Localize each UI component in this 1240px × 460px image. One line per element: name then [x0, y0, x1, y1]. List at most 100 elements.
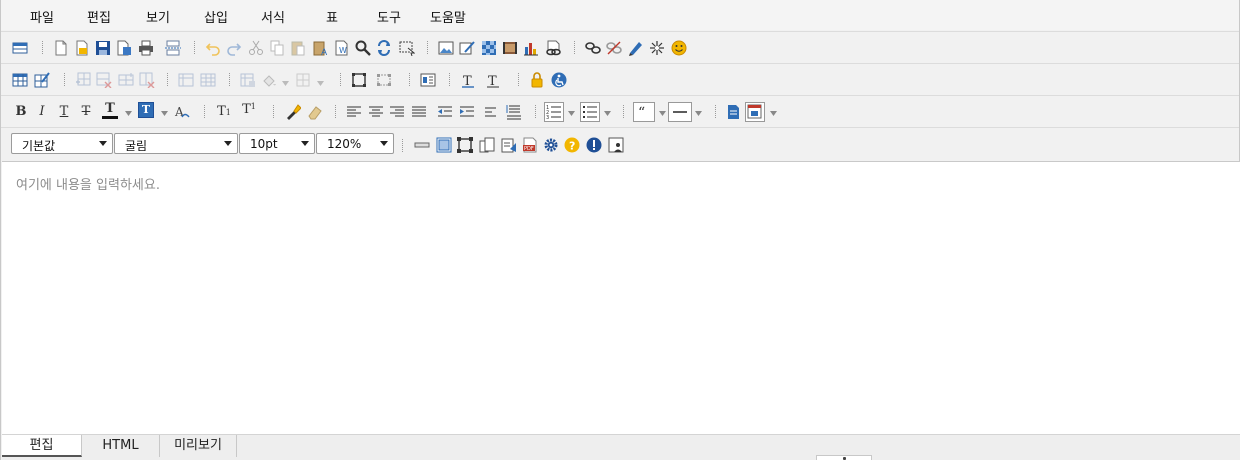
menu-table[interactable]: 표	[326, 7, 338, 26]
document-properties-icon[interactable]	[725, 103, 743, 121]
delete-col-icon[interactable]	[138, 71, 156, 89]
tab-edit[interactable]: 편집	[2, 435, 82, 457]
layer-props-icon[interactable]	[375, 71, 393, 89]
line-spacing-icon[interactable]	[483, 103, 501, 121]
italic-button[interactable]: I	[34, 104, 50, 119]
align-center-icon[interactable]	[367, 103, 385, 121]
line-height-select[interactable]: 120%	[316, 133, 394, 154]
border-icon[interactable]	[260, 71, 278, 89]
tab-preview[interactable]: 미리보기	[160, 435, 237, 457]
paste-text-icon[interactable]: A	[312, 39, 330, 57]
menu-format[interactable]: 서식	[261, 7, 285, 26]
outdent-icon[interactable]	[436, 103, 454, 121]
ordered-list-icon[interactable]: 123	[544, 102, 564, 122]
align-justify-icon[interactable]	[410, 103, 428, 121]
chevron-down-icon[interactable]	[659, 111, 666, 116]
full-screen-icon[interactable]	[456, 136, 474, 154]
open-icon[interactable]	[73, 39, 91, 57]
unordered-list-icon[interactable]	[580, 102, 600, 122]
lock-icon[interactable]	[528, 71, 546, 89]
chevron-down-icon[interactable]	[604, 111, 611, 116]
save-as-icon[interactable]	[115, 39, 133, 57]
help-icon[interactable]: ?	[563, 136, 581, 154]
menu-insert[interactable]: 삽입	[204, 7, 228, 26]
chevron-down-icon[interactable]	[695, 111, 702, 116]
delete-row-icon[interactable]	[95, 71, 113, 89]
chevron-down-icon[interactable]	[125, 111, 132, 116]
undo-icon[interactable]	[204, 39, 222, 57]
superscript-button[interactable]: T1	[241, 102, 257, 117]
format-painter-icon[interactable]	[284, 103, 302, 121]
special-char-icon[interactable]	[648, 39, 666, 57]
bold-button[interactable]: B	[13, 104, 29, 119]
chart-icon[interactable]	[522, 39, 540, 57]
eraser-icon[interactable]	[306, 103, 324, 121]
layer-icon[interactable]	[294, 71, 312, 89]
image-icon[interactable]	[437, 39, 455, 57]
link-icon[interactable]	[584, 39, 602, 57]
indent-icon[interactable]	[458, 103, 476, 121]
fieldset-icon[interactable]	[435, 136, 453, 154]
cell-bg-icon[interactable]	[239, 71, 257, 89]
paragraph-spacing-icon[interactable]	[505, 103, 523, 121]
resize-handle[interactable]	[816, 455, 872, 460]
chevron-down-icon[interactable]	[770, 111, 777, 116]
page-break-icon[interactable]	[164, 39, 182, 57]
info-icon[interactable]	[585, 136, 603, 154]
select-all-icon[interactable]	[398, 39, 416, 57]
bg-color-button[interactable]: T	[138, 102, 154, 118]
table-props-icon[interactable]	[33, 71, 51, 89]
chevron-down-icon[interactable]	[568, 111, 575, 116]
bookmark-icon[interactable]	[626, 39, 644, 57]
print-icon[interactable]	[137, 39, 155, 57]
table-icon[interactable]	[11, 71, 29, 89]
redo-icon[interactable]	[225, 39, 243, 57]
font-size-select[interactable]: 10pt	[239, 133, 315, 154]
editor-content-area[interactable]: 여기에 내용을 입력하세요.	[2, 161, 1240, 434]
menu-view[interactable]: 보기	[146, 7, 170, 26]
font-color-button[interactable]: T	[102, 101, 118, 119]
link-image-icon[interactable]	[544, 39, 562, 57]
template-icon[interactable]	[745, 102, 765, 122]
find-icon[interactable]	[354, 39, 372, 57]
horizontal-line-icon[interactable]	[668, 102, 692, 122]
screen-capture-icon[interactable]	[607, 136, 625, 154]
split-cells-icon[interactable]	[177, 71, 195, 89]
save-icon[interactable]	[94, 39, 112, 57]
paragraph-style-icon[interactable]	[419, 71, 437, 89]
cell-props-icon[interactable]	[199, 71, 217, 89]
edit-image-icon[interactable]	[458, 39, 476, 57]
strikethrough-button[interactable]: T	[78, 104, 94, 119]
replace-icon[interactable]	[375, 39, 393, 57]
menu-edit[interactable]: 편집	[87, 7, 111, 26]
font-family-select[interactable]: 굴림	[114, 133, 238, 154]
subscript-button[interactable]: T1	[216, 104, 232, 119]
toggle-toolbar-icon[interactable]	[11, 39, 29, 57]
menu-file[interactable]: 파일	[30, 7, 54, 26]
form-icon[interactable]	[478, 136, 496, 154]
blockquote-icon[interactable]: “	[633, 102, 655, 122]
emoticon-icon[interactable]	[670, 39, 688, 57]
text-style-icon[interactable]: T	[459, 71, 477, 89]
accessibility-icon[interactable]	[550, 71, 568, 89]
cut-icon[interactable]	[247, 39, 265, 57]
settings-icon[interactable]	[542, 136, 560, 154]
align-left-icon[interactable]	[345, 103, 363, 121]
clear-format-icon[interactable]: A	[173, 103, 191, 121]
text-style-clear-icon[interactable]: T	[484, 71, 502, 89]
horizontal-rule-icon[interactable]	[413, 136, 431, 154]
chevron-down-icon[interactable]	[161, 111, 168, 116]
underline-button[interactable]: T	[56, 104, 72, 119]
copy-icon[interactable]	[268, 39, 286, 57]
align-right-icon[interactable]	[388, 103, 406, 121]
menu-tools[interactable]: 도구	[377, 7, 401, 26]
background-icon[interactable]	[480, 39, 498, 57]
paste-word-icon[interactable]: W	[333, 39, 351, 57]
unlink-icon[interactable]	[605, 39, 623, 57]
insert-row-icon[interactable]	[74, 71, 92, 89]
menu-help[interactable]: 도움말	[430, 7, 466, 26]
paste-icon[interactable]	[289, 39, 307, 57]
chevron-down-icon[interactable]	[317, 81, 324, 86]
tab-html[interactable]: HTML	[82, 435, 160, 457]
merge-cells-icon[interactable]	[117, 71, 135, 89]
